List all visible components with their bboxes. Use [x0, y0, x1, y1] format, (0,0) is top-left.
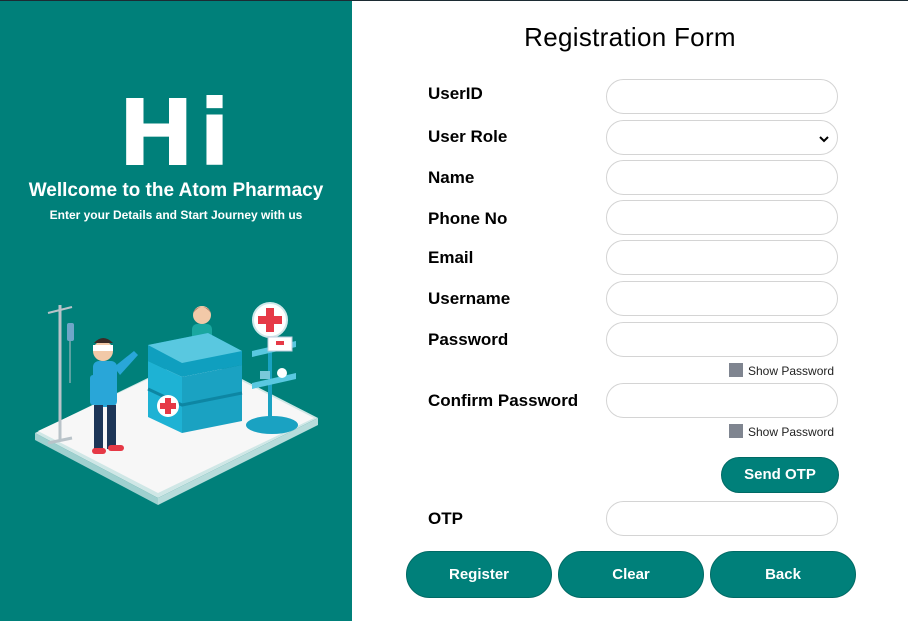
userid-label: UserID [428, 84, 483, 103]
welcome-panel: Hi Wellcome to the Atom Pharmacy Enter y… [0, 1, 352, 621]
otp-field[interactable] [606, 501, 838, 536]
password-field[interactable] [606, 322, 838, 357]
username-field[interactable] [606, 281, 838, 316]
otp-label: OTP [428, 509, 463, 528]
confirm-show-password-label[interactable]: Show Password [748, 425, 834, 439]
password-label: Password [428, 330, 509, 349]
welcome-headline: Wellcome to the Atom Pharmacy [28, 180, 324, 201]
email-field[interactable] [606, 240, 838, 275]
hi-heading: Hi [117, 80, 235, 187]
username-label: Username [428, 289, 511, 308]
form-title: Registration Form [524, 22, 736, 52]
register-button[interactable]: Register [406, 551, 552, 598]
user-role-label: User Role [428, 127, 508, 146]
chevron-down-icon[interactable] [818, 133, 830, 145]
name-field[interactable] [606, 160, 838, 195]
user-role-select[interactable] [606, 120, 838, 155]
welcome-tagline: Enter your Details and Start Journey wit… [49, 208, 303, 222]
confirm-show-password-checkbox[interactable] [729, 424, 743, 438]
confirm-password-field[interactable] [606, 383, 838, 418]
confirm-password-label: Confirm Password [428, 391, 579, 410]
show-password-label[interactable]: Show Password [748, 364, 834, 378]
phone-field[interactable] [606, 200, 838, 235]
name-label: Name [428, 168, 475, 187]
phone-label: Phone No [428, 209, 508, 228]
email-label: Email [428, 248, 474, 267]
clear-button[interactable]: Clear [558, 551, 704, 598]
back-button[interactable]: Back [710, 551, 856, 598]
pharmacy-illustration [35, 302, 318, 505]
show-password-checkbox[interactable] [729, 363, 743, 377]
userid-field[interactable] [606, 79, 838, 114]
send-otp-button[interactable]: Send OTP [721, 457, 839, 493]
